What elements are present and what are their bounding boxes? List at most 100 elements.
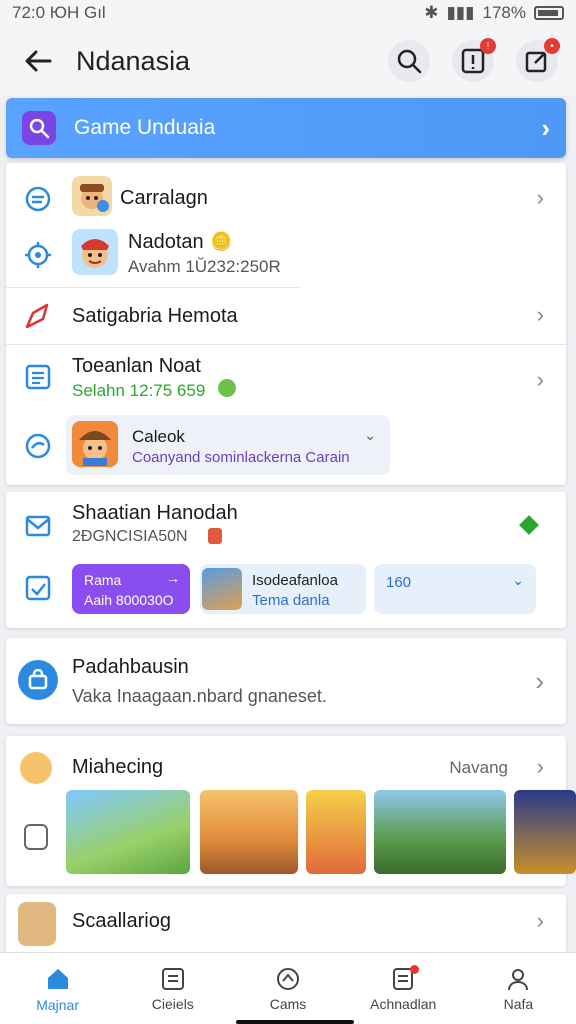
arrow-right-icon: → <box>166 570 180 586</box>
gamepad-icon <box>22 430 54 462</box>
list-card: Shaatian Hanodah 2ĐGNCISIA50N Rama → Aai… <box>6 492 566 628</box>
nav-profile[interactable]: Nafa <box>461 953 576 1024</box>
chevron-right-icon: › <box>536 367 544 392</box>
status-time: 72:0 ЮH Gıl <box>12 3 106 22</box>
nav-categories[interactable]: Cieiels <box>115 953 230 1024</box>
game-thumbnail[interactable] <box>200 790 298 874</box>
list-item[interactable]: Nadotan 🪙 Avahm 1Ŭ232:250R <box>6 227 566 285</box>
item-title: Shaatian Hanodah <box>72 502 238 524</box>
edit-icon <box>525 51 547 73</box>
app-bar: Ndanasia ! • <box>0 26 576 96</box>
nav-label: Nafa <box>503 995 534 1012</box>
chip-line1: Isodeafanloa <box>252 572 338 589</box>
chevron-right-icon: › <box>535 666 544 696</box>
status-bar: 72:0 ЮH Gıl ✱ ▮▮▮ 178% <box>0 0 576 26</box>
divider <box>6 287 300 288</box>
chevron-right-icon: › <box>541 112 550 143</box>
chevron-down-icon: ⌄ <box>364 427 376 443</box>
game-search-banner[interactable]: Game Unduaia › <box>6 98 566 158</box>
signal-icon: ▮▮▮ <box>446 3 475 22</box>
list-card[interactable]: Padahbausin Vaka Inaagaan.nbard gnaneset… <box>6 638 566 724</box>
list-item[interactable]: Satigabria Hemota › <box>6 289 566 343</box>
item-title: Scaallariog <box>72 910 171 932</box>
mail-icon <box>22 510 54 542</box>
search-button[interactable] <box>388 40 430 82</box>
search-icon <box>397 49 422 74</box>
banner-label: Game Unduaia <box>74 116 216 139</box>
diamond-icon[interactable] <box>519 515 539 535</box>
item-title: Padahbausin <box>72 656 189 678</box>
game-thumbnail[interactable] <box>66 790 190 874</box>
chevron-right-icon: › <box>536 185 544 210</box>
chevron-right-icon: › <box>536 908 544 933</box>
settings-icon <box>22 239 54 271</box>
nav-label: Majnar <box>36 996 79 1013</box>
divider <box>6 344 566 345</box>
bottom-nav: Majnar Cieiels Cams Achnadlan Nafa <box>0 952 576 1024</box>
search-icon <box>22 111 56 145</box>
back-button[interactable] <box>18 41 58 81</box>
item-title: Carralagn <box>120 187 208 209</box>
offer-chip[interactable]: Isodeafanloa Tema danla <box>200 564 366 614</box>
notification-badge: ! <box>480 38 496 54</box>
status-icons: ✱ ▮▮▮ 178% <box>424 3 564 23</box>
offer-chip[interactable]: Rama → Aaih 800030O <box>72 564 190 614</box>
chip-line1: 160 <box>386 574 412 591</box>
tag-icon <box>22 300 54 332</box>
emoji-icon <box>20 752 52 784</box>
list-item[interactable]: Carralagn › <box>6 171 566 227</box>
avatar <box>72 421 118 467</box>
home-indicator <box>236 1020 354 1024</box>
badge-icon <box>22 572 54 604</box>
filter-icon[interactable] <box>24 824 48 850</box>
chip-subtitle: Coanyand sominlackerna Carain <box>132 449 350 466</box>
chip-line2: Tema danla <box>252 592 330 609</box>
coin-icon: 🪙 <box>210 231 233 251</box>
battery-icon <box>534 6 564 20</box>
item-subtitle: 2ĐGNCISIA50N <box>72 528 188 545</box>
avatar <box>18 902 56 946</box>
list-card[interactable]: Scaallariog › <box>6 894 566 956</box>
game-thumbnail[interactable] <box>514 790 576 874</box>
chevron-right-icon: › <box>536 754 544 779</box>
nav-home[interactable]: Majnar <box>0 953 115 1024</box>
game-thumbnail[interactable] <box>306 790 366 874</box>
alert-icon <box>461 48 485 74</box>
chevron-right-icon: › <box>536 302 544 327</box>
arrow-left-icon <box>25 50 52 72</box>
list-icon <box>161 967 184 990</box>
chat-icon <box>22 183 54 215</box>
alerts-button[interactable]: ! <box>452 38 496 82</box>
chip-line1: Rama <box>84 572 122 588</box>
page-title: Ndanasia <box>76 45 191 76</box>
edit-button[interactable]: • <box>516 38 560 82</box>
nav-label: Cams <box>269 995 307 1012</box>
see-all-link[interactable]: Navang <box>449 758 508 778</box>
game-chip[interactable]: Caleok Coanyand sominlackerna Carain ⌄ <box>66 415 390 475</box>
item-title: Nadotan <box>128 231 204 253</box>
list-card: Carralagn › Nadotan 🪙 Avahm 1Ŭ232:250R S… <box>6 163 566 485</box>
chip-title: Caleok <box>132 427 185 446</box>
nav-label: Achnadlan <box>370 995 437 1012</box>
list-item[interactable]: Toeanlan Noat Selahn 12:75 659 › <box>6 347 566 409</box>
offer-chip[interactable]: 160 ⌄ <box>374 564 536 614</box>
item-title: Toeanlan Noat <box>72 355 201 377</box>
notification-badge: • <box>544 38 560 54</box>
section-title: Miahecing <box>72 756 164 778</box>
list-item: Caleok Coanyand sominlackerna Carain ⌄ <box>6 413 566 479</box>
user-icon <box>508 968 529 990</box>
notification-badge <box>409 965 419 974</box>
game-thumbnail[interactable] <box>374 790 506 874</box>
item-subtitle: Vaka Inaagaan.nbard gnaneset. <box>72 686 327 706</box>
nav-label: Cieiels <box>151 995 194 1012</box>
nav-games[interactable]: Cams <box>230 953 345 1024</box>
chip-line2: Aaih 800030O <box>84 592 174 608</box>
apple-icon <box>218 379 236 397</box>
nav-notifications[interactable]: Achnadlan <box>346 953 461 1024</box>
document-icon <box>22 361 54 393</box>
games-icon <box>277 967 299 990</box>
bag-icon <box>18 660 58 700</box>
chevron-down-icon: ⌄ <box>512 572 524 588</box>
bluetooth-icon: ✱ <box>424 3 439 22</box>
item-subtitle: Avahm 1Ŭ232:250R <box>128 257 281 276</box>
